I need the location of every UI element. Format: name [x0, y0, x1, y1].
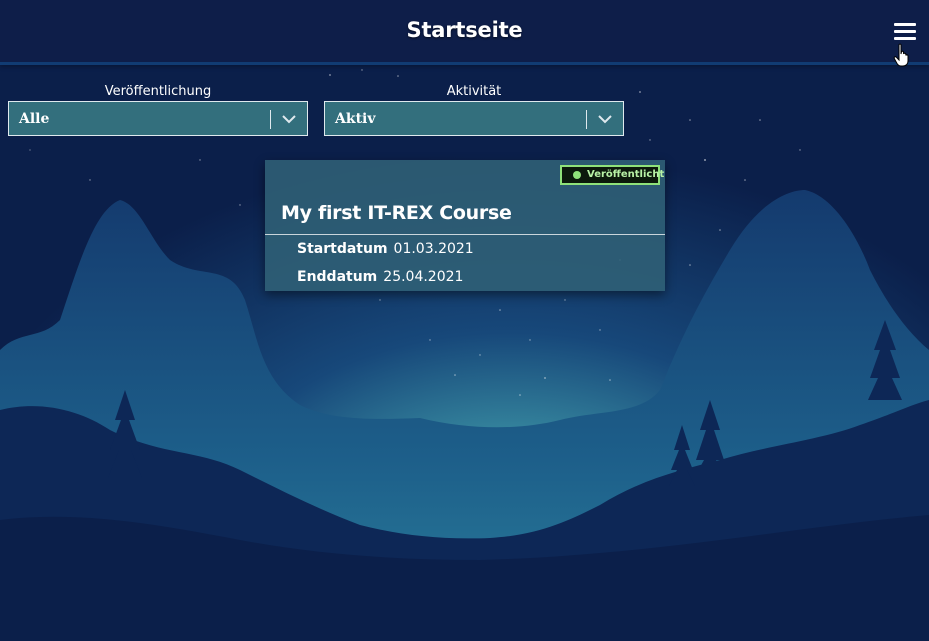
end-date-label: Enddatum [297, 269, 378, 285]
start-date-value: 01.03.2021 [393, 241, 474, 257]
end-date-value: 25.04.2021 [383, 269, 464, 285]
hamburger-menu-button[interactable] [891, 20, 919, 44]
course-card[interactable]: Veröffentlicht My first IT-REX Course St… [265, 160, 665, 291]
activity-filter-select[interactable]: Aktiv [324, 101, 624, 136]
app-screen: Startseite Veröffentlichung Alle Aktivit… [0, 0, 929, 641]
page-title: Startseite [406, 18, 523, 42]
publication-filter-select[interactable]: Alle [8, 101, 308, 136]
select-divider [270, 110, 271, 129]
top-app-bar: Startseite [0, 0, 929, 65]
activity-filter-label: Aktivität [446, 84, 502, 99]
publication-filter-value: Alle [19, 111, 50, 127]
start-date-label: Startdatum [297, 241, 388, 257]
activity-filter-value: Aktiv [335, 111, 376, 127]
start-date-row: Startdatum 01.03.2021 [297, 241, 474, 257]
status-badge-label: Veröffentlicht [587, 169, 665, 180]
status-badge: Veröffentlicht [560, 165, 664, 185]
status-dot-icon [573, 171, 581, 179]
hand-pointer-icon [893, 43, 909, 67]
end-date-row: Enddatum 25.04.2021 [297, 269, 463, 285]
course-title: My first IT-REX Course [281, 202, 512, 224]
chevron-down-icon[interactable] [597, 113, 613, 125]
publication-filter-label: Veröffentlichung [104, 84, 212, 99]
card-divider [265, 234, 665, 235]
chevron-down-icon[interactable] [281, 113, 297, 125]
select-divider [586, 110, 587, 129]
